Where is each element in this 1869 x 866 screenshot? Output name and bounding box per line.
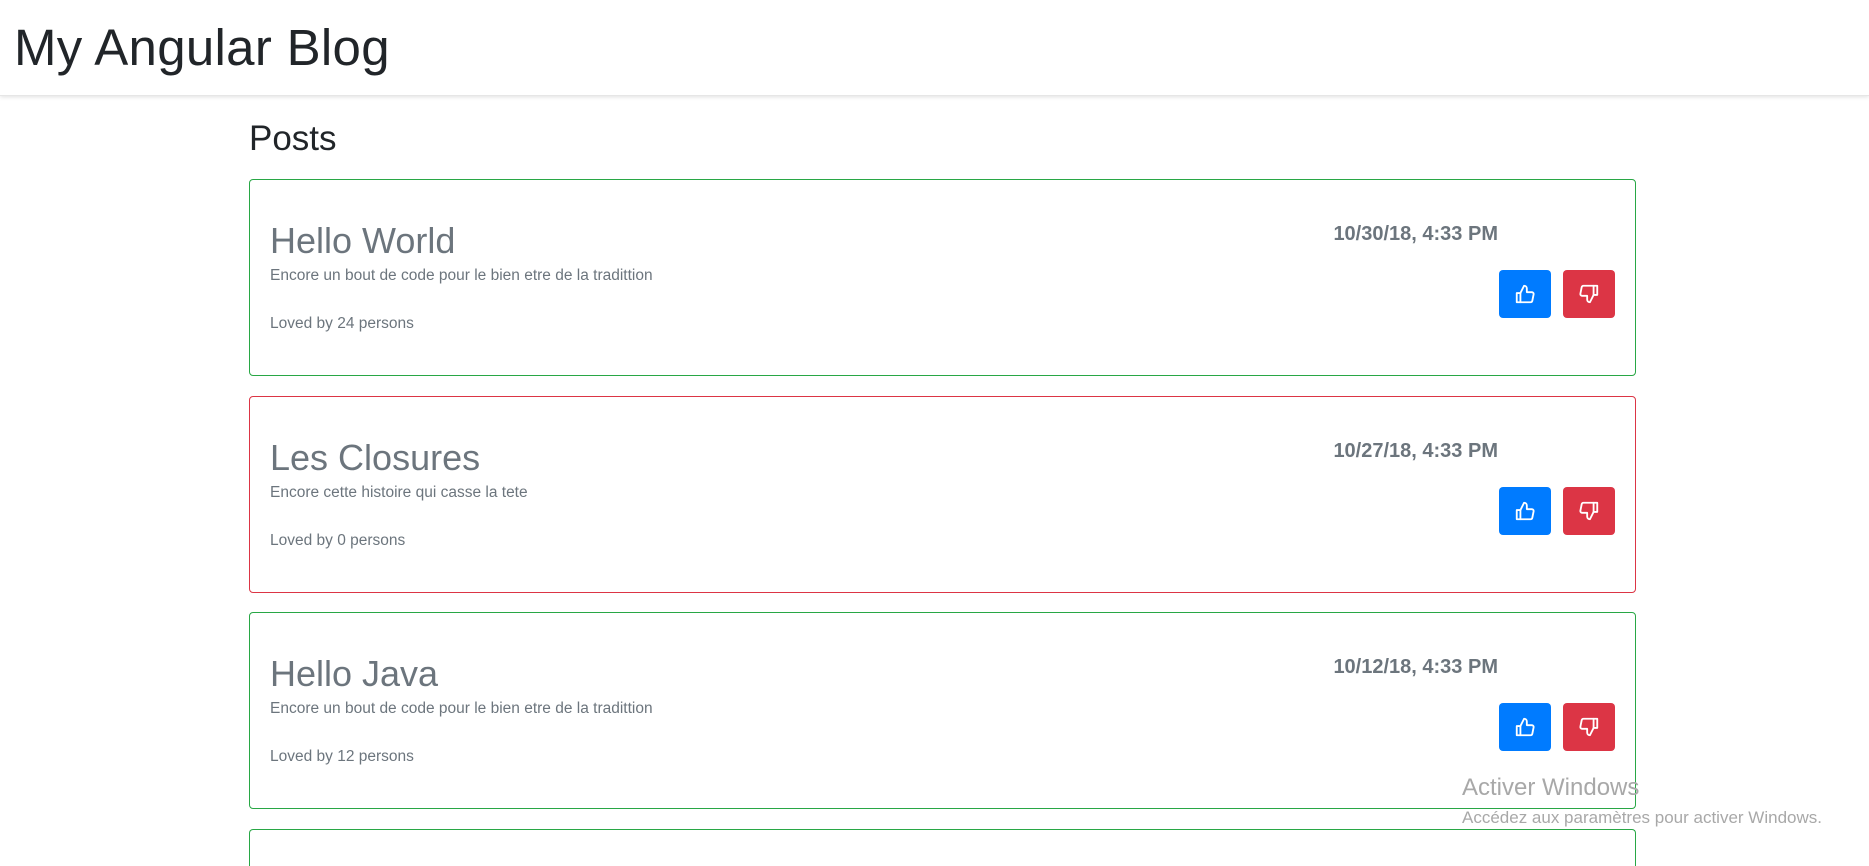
thumbs-up-icon [1514,283,1536,305]
post-card: Hello Java Encore un bout de code pour l… [249,612,1636,809]
love-it-button[interactable] [1499,703,1551,751]
post-content: Encore un bout de code pour le bien etre… [270,267,653,284]
dont-love-it-button[interactable] [1563,270,1615,318]
thumbs-down-icon [1578,716,1600,738]
thumbs-down-icon [1578,500,1600,522]
thumbs-up-icon [1514,500,1536,522]
post-love-count: Loved by 0 persons [270,532,406,549]
post-love-count: Loved by 24 persons [270,315,414,332]
post-card: Hello World Encore un bout de code pour … [249,179,1636,376]
windows-activation-title: Activer Windows [1462,774,1640,801]
post-date: 10/12/18, 4:33 PM [1333,656,1498,678]
post-card: Les Closures Encore cette histoire qui c… [249,396,1636,593]
post-title: Hello World [270,220,456,261]
post-date: 10/30/18, 4:33 PM [1333,223,1498,245]
page-title: Posts [249,119,337,158]
post-title: Les Closures [270,437,481,478]
windows-activation-subtitle: Accédez aux paramètres pour activer Wind… [1462,808,1822,827]
top-navbar: My Angular Blog [0,0,1869,96]
thumbs-up-icon [1514,716,1536,738]
post-title: Hello Java [270,653,439,694]
love-it-button[interactable] [1499,487,1551,535]
post-content: Encore cette histoire qui casse la tete [270,484,528,501]
brand-title[interactable]: My Angular Blog [14,18,390,78]
post-date: 10/27/18, 4:33 PM [1333,440,1498,462]
thumbs-down-icon [1578,283,1600,305]
dont-love-it-button[interactable] [1563,487,1615,535]
post-love-count: Loved by 12 persons [270,748,414,765]
dont-love-it-button[interactable] [1563,703,1615,751]
love-it-button[interactable] [1499,270,1551,318]
post-content: Encore un bout de code pour le bien etre… [270,700,653,717]
post-card [249,829,1636,866]
